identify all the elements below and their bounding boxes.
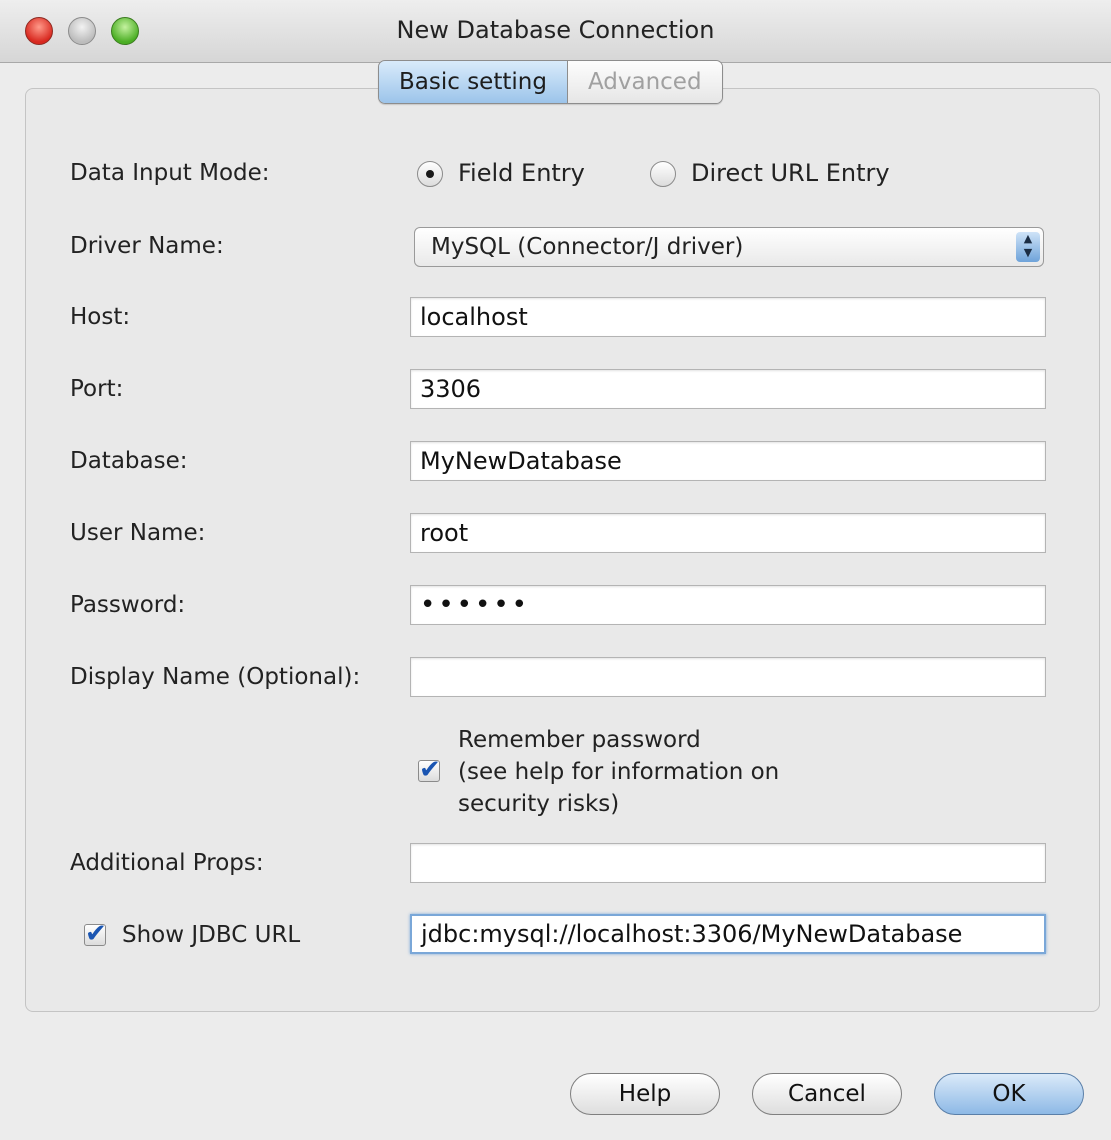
- remember-password-line-3: security risks): [458, 791, 620, 817]
- direct-url-entry-radio[interactable]: [650, 161, 676, 187]
- chevron-up-icon: ▲: [1023, 232, 1033, 245]
- port-label: Port:: [70, 376, 124, 402]
- help-button[interactable]: Help: [570, 1073, 720, 1115]
- jdbc-url-input[interactable]: jdbc:mysql://localhost:3306/MyNewDatabas…: [410, 914, 1046, 954]
- tab-bar: Basic setting Advanced: [378, 60, 723, 104]
- driver-name-label: Driver Name:: [70, 233, 224, 259]
- title-bar: New Database Connection: [0, 0, 1111, 63]
- remember-password-line-1: Remember password: [458, 727, 701, 753]
- driver-name-select[interactable]: MySQL (Connector/J driver) ▲ ▼: [414, 227, 1044, 267]
- radio-selected-dot: [426, 170, 434, 178]
- password-input[interactable]: ••••••: [410, 585, 1046, 625]
- tab-basic-setting[interactable]: Basic setting: [379, 61, 568, 103]
- port-input[interactable]: 3306: [410, 369, 1046, 409]
- user-name-label: User Name:: [70, 520, 206, 546]
- user-name-input[interactable]: root: [410, 513, 1046, 553]
- field-entry-label[interactable]: Field Entry: [458, 159, 585, 187]
- host-label: Host:: [70, 304, 131, 330]
- show-jdbc-url-checkbox[interactable]: ✔: [84, 921, 107, 947]
- password-label: Password:: [70, 592, 186, 618]
- chevron-down-icon: ▼: [1023, 246, 1033, 259]
- data-input-mode-label: Data Input Mode:: [70, 160, 270, 186]
- display-name-input[interactable]: [410, 657, 1046, 697]
- driver-name-value: MySQL (Connector/J driver): [431, 234, 744, 260]
- direct-url-entry-label[interactable]: Direct URL Entry: [691, 159, 890, 187]
- additional-props-input[interactable]: [410, 843, 1046, 883]
- show-jdbc-url-label[interactable]: Show JDBC URL: [122, 919, 300, 951]
- database-input[interactable]: MyNewDatabase: [410, 441, 1046, 481]
- ok-button[interactable]: OK: [934, 1073, 1084, 1115]
- window-title: New Database Connection: [396, 16, 715, 44]
- additional-props-label: Additional Props:: [70, 850, 264, 876]
- database-label: Database:: [70, 448, 188, 474]
- tab-advanced[interactable]: Advanced: [567, 61, 722, 103]
- cancel-button[interactable]: Cancel: [752, 1073, 902, 1115]
- field-entry-radio[interactable]: [417, 161, 443, 187]
- remember-password-line-2: (see help for information on: [458, 759, 780, 785]
- remember-password-checkbox[interactable]: ✔: [418, 757, 441, 783]
- select-stepper-icon[interactable]: ▲ ▼: [1016, 232, 1040, 262]
- host-input[interactable]: localhost: [410, 297, 1046, 337]
- display-name-label: Display Name (Optional):: [70, 664, 361, 690]
